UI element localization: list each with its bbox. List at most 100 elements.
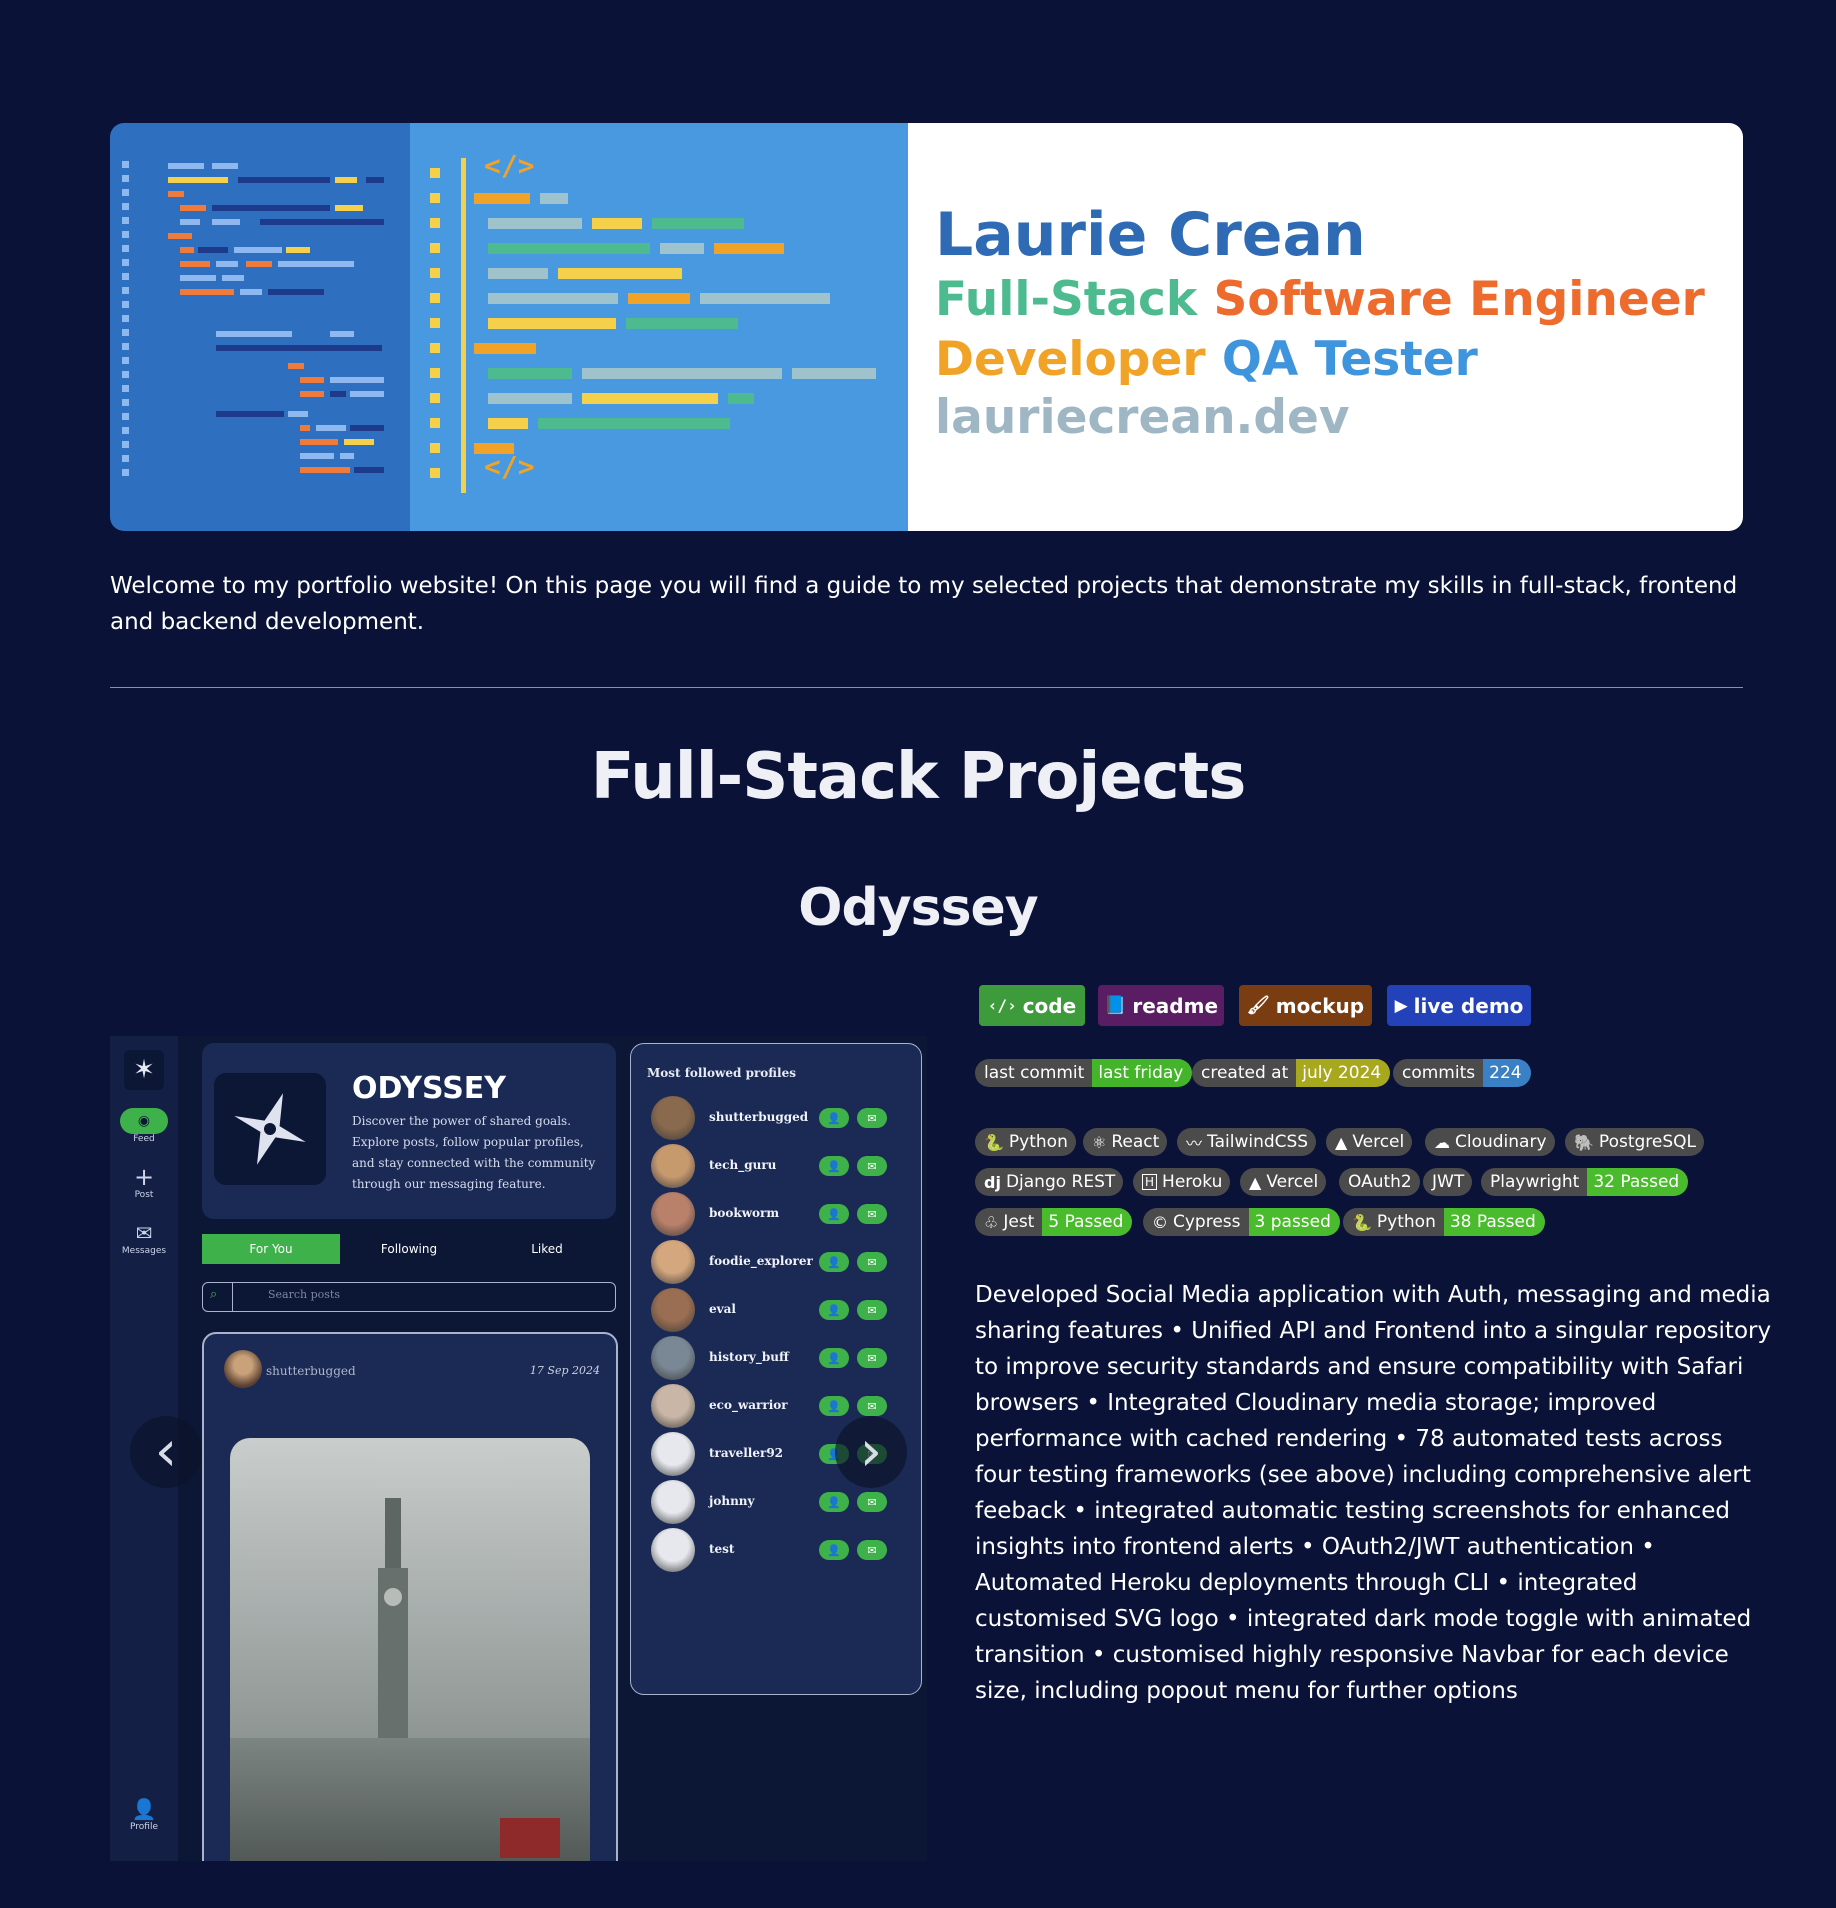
- app-logo-icon: ✶: [124, 1050, 164, 1090]
- avatar[interactable]: [651, 1240, 695, 1284]
- profile-username[interactable]: test: [709, 1542, 734, 1556]
- created-at-badge[interactable]: created at july 2024: [1192, 1059, 1391, 1087]
- avatar[interactable]: [651, 1144, 695, 1188]
- code-illustration-right: </> </>: [410, 123, 910, 531]
- commits-badge[interactable]: commits 224: [1393, 1059, 1531, 1087]
- test-badge-jest[interactable]: ♧ Jest 5 Passed: [975, 1208, 1133, 1236]
- code-button[interactable]: ‹/› code: [979, 985, 1085, 1026]
- profile-row[interactable]: eval 👤 ✉: [651, 1288, 911, 1334]
- sidebar-item-profile[interactable]: 👤 Profile: [110, 1796, 178, 1832]
- banner-role-line-2: Developer QA Tester: [935, 332, 1478, 387]
- profile-row[interactable]: tech_guru 👤 ✉: [651, 1144, 911, 1190]
- follow-user-icon[interactable]: 👤: [819, 1348, 849, 1368]
- message-user-icon[interactable]: ✉: [857, 1396, 887, 1416]
- banner-role-line-1: Full-Stack Software Engineer: [935, 272, 1705, 327]
- test-badge-python[interactable]: 🐍 Python 38 Passed: [1343, 1208, 1545, 1236]
- profile-row[interactable]: test 👤 ✉: [651, 1528, 911, 1574]
- profile-username[interactable]: eval: [709, 1302, 736, 1316]
- message-user-icon[interactable]: ✉: [857, 1204, 887, 1224]
- tech-badge-vercel[interactable]: ▲ Vercel: [1326, 1128, 1413, 1156]
- tailwind-icon: 〰: [1186, 1134, 1203, 1153]
- sidebar-item-messages[interactable]: ✉ Messages: [110, 1220, 178, 1256]
- profile-username[interactable]: history_buff: [709, 1350, 789, 1364]
- banner-text-panel: [908, 123, 1743, 531]
- app-logo-large-icon: [214, 1073, 326, 1185]
- profile-username[interactable]: traveller92: [709, 1446, 783, 1460]
- follow-user-icon[interactable]: 👤: [819, 1204, 849, 1224]
- tech-badge-vercel-2[interactable]: ▲ Vercel: [1240, 1168, 1327, 1196]
- profile-row[interactable]: bookworm 👤 ✉: [651, 1192, 911, 1238]
- avatar[interactable]: [651, 1288, 695, 1332]
- badge-label: Jest: [1003, 1212, 1035, 1232]
- avatar[interactable]: [651, 1096, 695, 1140]
- profile-username[interactable]: eco_warrior: [709, 1398, 788, 1412]
- post-image[interactable]: [230, 1438, 590, 1861]
- sidebar-item-feed[interactable]: ◉ Feed: [110, 1108, 178, 1144]
- python-icon: 🐍: [1352, 1212, 1372, 1232]
- tech-badge-heroku[interactable]: H Heroku: [1133, 1168, 1231, 1196]
- profile-username[interactable]: johnny: [709, 1494, 755, 1508]
- chevron-left-icon: ‹: [154, 1419, 178, 1484]
- message-user-icon[interactable]: ✉: [857, 1540, 887, 1560]
- follow-user-icon[interactable]: 👤: [819, 1108, 849, 1128]
- message-user-icon[interactable]: ✉: [857, 1492, 887, 1512]
- tech-badge-react[interactable]: ⚛ React: [1083, 1128, 1168, 1156]
- profile-username[interactable]: bookworm: [709, 1206, 779, 1220]
- mockup-button[interactable]: 🖌 mockup: [1239, 985, 1372, 1026]
- most-followed-title: Most followed profiles: [647, 1066, 796, 1080]
- readme-button[interactable]: 📘 readme: [1098, 985, 1224, 1026]
- tech-badge-tailwindcss[interactable]: 〰 TailwindCSS: [1177, 1128, 1317, 1156]
- carousel-next-button[interactable]: ›: [835, 1416, 907, 1488]
- message-user-icon[interactable]: ✉: [857, 1300, 887, 1320]
- avatar[interactable]: [651, 1192, 695, 1236]
- follow-user-icon[interactable]: 👤: [819, 1540, 849, 1560]
- message-user-icon[interactable]: ✉: [857, 1348, 887, 1368]
- envelope-icon: ✉: [135, 1221, 153, 1245]
- profile-row[interactable]: foodie_explorer 👤 ✉: [651, 1240, 911, 1286]
- post-username[interactable]: shutterbugged: [266, 1364, 356, 1378]
- carousel-prev-button[interactable]: ‹: [130, 1416, 202, 1488]
- heroku-icon: H: [1142, 1174, 1158, 1190]
- follow-user-icon[interactable]: 👤: [819, 1252, 849, 1272]
- profile-username[interactable]: foodie_explorer: [709, 1254, 813, 1268]
- tech-badge-postgresql[interactable]: 🐘 PostgreSQL: [1565, 1128, 1704, 1156]
- test-badge-cypress[interactable]: © Cypress 3 passed: [1143, 1208, 1340, 1236]
- follow-user-icon[interactable]: 👤: [819, 1156, 849, 1176]
- tab-liked[interactable]: Liked: [478, 1234, 616, 1264]
- tech-label: Heroku: [1162, 1172, 1223, 1192]
- tab-following[interactable]: Following: [340, 1234, 478, 1264]
- tech-badge-jwt[interactable]: JWT: [1423, 1168, 1473, 1196]
- play-icon: ▶: [1394, 995, 1408, 1016]
- badge-label: Playwright: [1481, 1168, 1588, 1196]
- tech-badge-oauth2[interactable]: OAuth2: [1339, 1168, 1420, 1196]
- profile-row[interactable]: shutterbugged 👤 ✉: [651, 1096, 911, 1142]
- sidebar-label: Feed: [133, 1134, 155, 1144]
- live-demo-button[interactable]: ▶ live demo: [1387, 985, 1531, 1026]
- message-user-icon[interactable]: ✉: [857, 1108, 887, 1128]
- avatar[interactable]: [651, 1480, 695, 1524]
- profile-username[interactable]: shutterbugged: [709, 1110, 808, 1124]
- message-user-icon[interactable]: ✉: [857, 1252, 887, 1272]
- test-badge-playwright[interactable]: Playwright 32 Passed: [1481, 1168, 1689, 1196]
- follow-user-icon[interactable]: 👤: [819, 1300, 849, 1320]
- follow-user-icon[interactable]: 👤: [819, 1396, 849, 1416]
- tech-badge-python[interactable]: 🐍 Python: [975, 1128, 1076, 1156]
- follow-user-icon[interactable]: 👤: [819, 1492, 849, 1512]
- tech-badge-cloudinary[interactable]: ☁ Cloudinary: [1425, 1128, 1555, 1156]
- profile-username[interactable]: tech_guru: [709, 1158, 776, 1172]
- avatar[interactable]: [651, 1384, 695, 1428]
- badge-label: Cypress: [1173, 1212, 1241, 1232]
- avatar[interactable]: [651, 1432, 695, 1476]
- project-title: Odyssey: [798, 878, 1038, 938]
- post-card[interactable]: shutterbugged 17 Sep 2024: [202, 1332, 618, 1861]
- sidebar-item-post[interactable]: + Post: [110, 1164, 178, 1200]
- last-commit-badge[interactable]: last commit last friday: [975, 1059, 1193, 1087]
- tech-badge-django-rest[interactable]: dj Django REST: [975, 1168, 1124, 1196]
- avatar[interactable]: [651, 1528, 695, 1572]
- tab-for-you[interactable]: For You: [202, 1234, 340, 1264]
- message-user-icon[interactable]: ✉: [857, 1156, 887, 1176]
- search-input[interactable]: [202, 1282, 616, 1312]
- avatar[interactable]: [651, 1336, 695, 1380]
- profile-row[interactable]: history_buff 👤 ✉: [651, 1336, 911, 1382]
- app-hero-description: Discover the power of shared goals. Expl…: [352, 1114, 596, 1191]
